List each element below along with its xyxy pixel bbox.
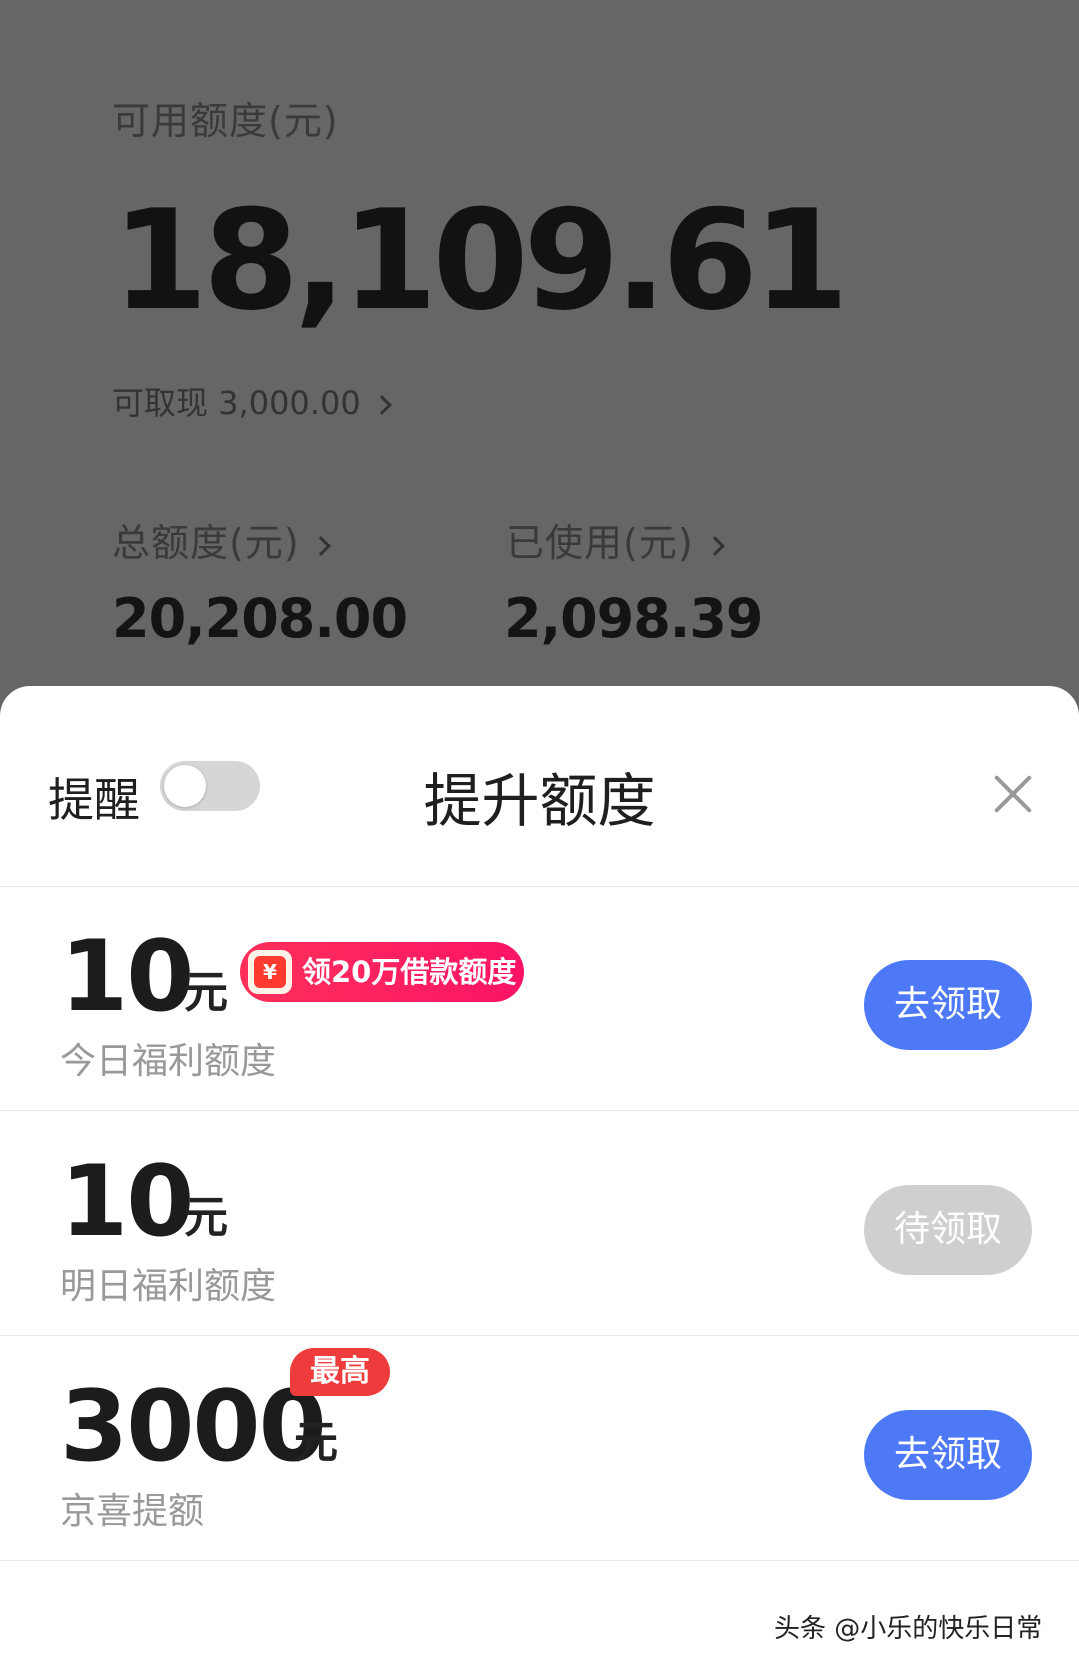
raise-amount: 3000	[60, 1370, 327, 1484]
welfare-label: 明日福利额度	[60, 1266, 277, 1307]
raise-unit: 元	[294, 1417, 338, 1468]
total-credit-link[interactable]: 总额度(元)	[112, 512, 331, 567]
total-credit-label: 总额度(元)	[112, 521, 300, 565]
welfare-unit: 元	[184, 1192, 228, 1243]
background-account-page: 可用额度(元) 18,109.61 可取现 3,000.00 总额度(元) 20…	[0, 0, 1079, 720]
available-credit-amount: 18,109.61	[112, 180, 849, 341]
total-credit-value: 20,208.00	[112, 587, 408, 650]
used-credit-label: 已使用(元)	[506, 521, 694, 565]
list-item-tomorrow-welfare: 10 元 明日福利额度 待领取	[0, 1111, 1079, 1336]
watermark: 头条 @小乐的快乐日常	[774, 1614, 1043, 1644]
sheet-header: 提醒 提升额度	[0, 686, 1079, 887]
sheet-title: 提升额度	[423, 767, 656, 835]
raise-label: 京喜提额	[60, 1491, 205, 1532]
used-credit-link[interactable]: 已使用(元)	[506, 512, 725, 567]
max-badge: 最高	[290, 1348, 390, 1396]
pending-claim-button[interactable]: 待领取	[864, 1185, 1032, 1275]
welfare-unit: 元	[184, 967, 228, 1018]
chevron-right-icon	[310, 535, 331, 556]
available-credit-label: 可用额度(元)	[112, 99, 339, 143]
withdrawable-link[interactable]: 可取现 3,000.00	[112, 378, 392, 424]
red-envelope-icon: ¥	[248, 950, 292, 994]
claim-button[interactable]: 去领取	[864, 960, 1032, 1050]
raise-credit-sheet: 提醒 提升额度 10 元 ¥ 领20万借款额度 今日福利额度 去领取 10 元 …	[0, 686, 1079, 1666]
close-icon[interactable]	[988, 769, 1038, 819]
welfare-amount: 10	[60, 920, 194, 1034]
list-item-jingxi-raise: 3000 最高 元 京喜提额 去领取	[0, 1336, 1079, 1561]
claim-button[interactable]: 去领取	[864, 1410, 1032, 1500]
chevron-right-icon	[371, 395, 392, 415]
withdrawable-label: 可取现 3,000.00	[112, 384, 361, 422]
chevron-right-icon	[704, 535, 725, 556]
promo-badge-text: 领20万借款额度	[302, 955, 517, 989]
welfare-label: 今日福利额度	[60, 1041, 277, 1082]
list-item-today-welfare: 10 元 ¥ 领20万借款额度 今日福利额度 去领取	[0, 886, 1079, 1111]
used-credit-value: 2,098.39	[504, 587, 763, 650]
promo-badge[interactable]: ¥ 领20万借款额度	[240, 942, 524, 1002]
welfare-amount: 10	[60, 1145, 194, 1259]
